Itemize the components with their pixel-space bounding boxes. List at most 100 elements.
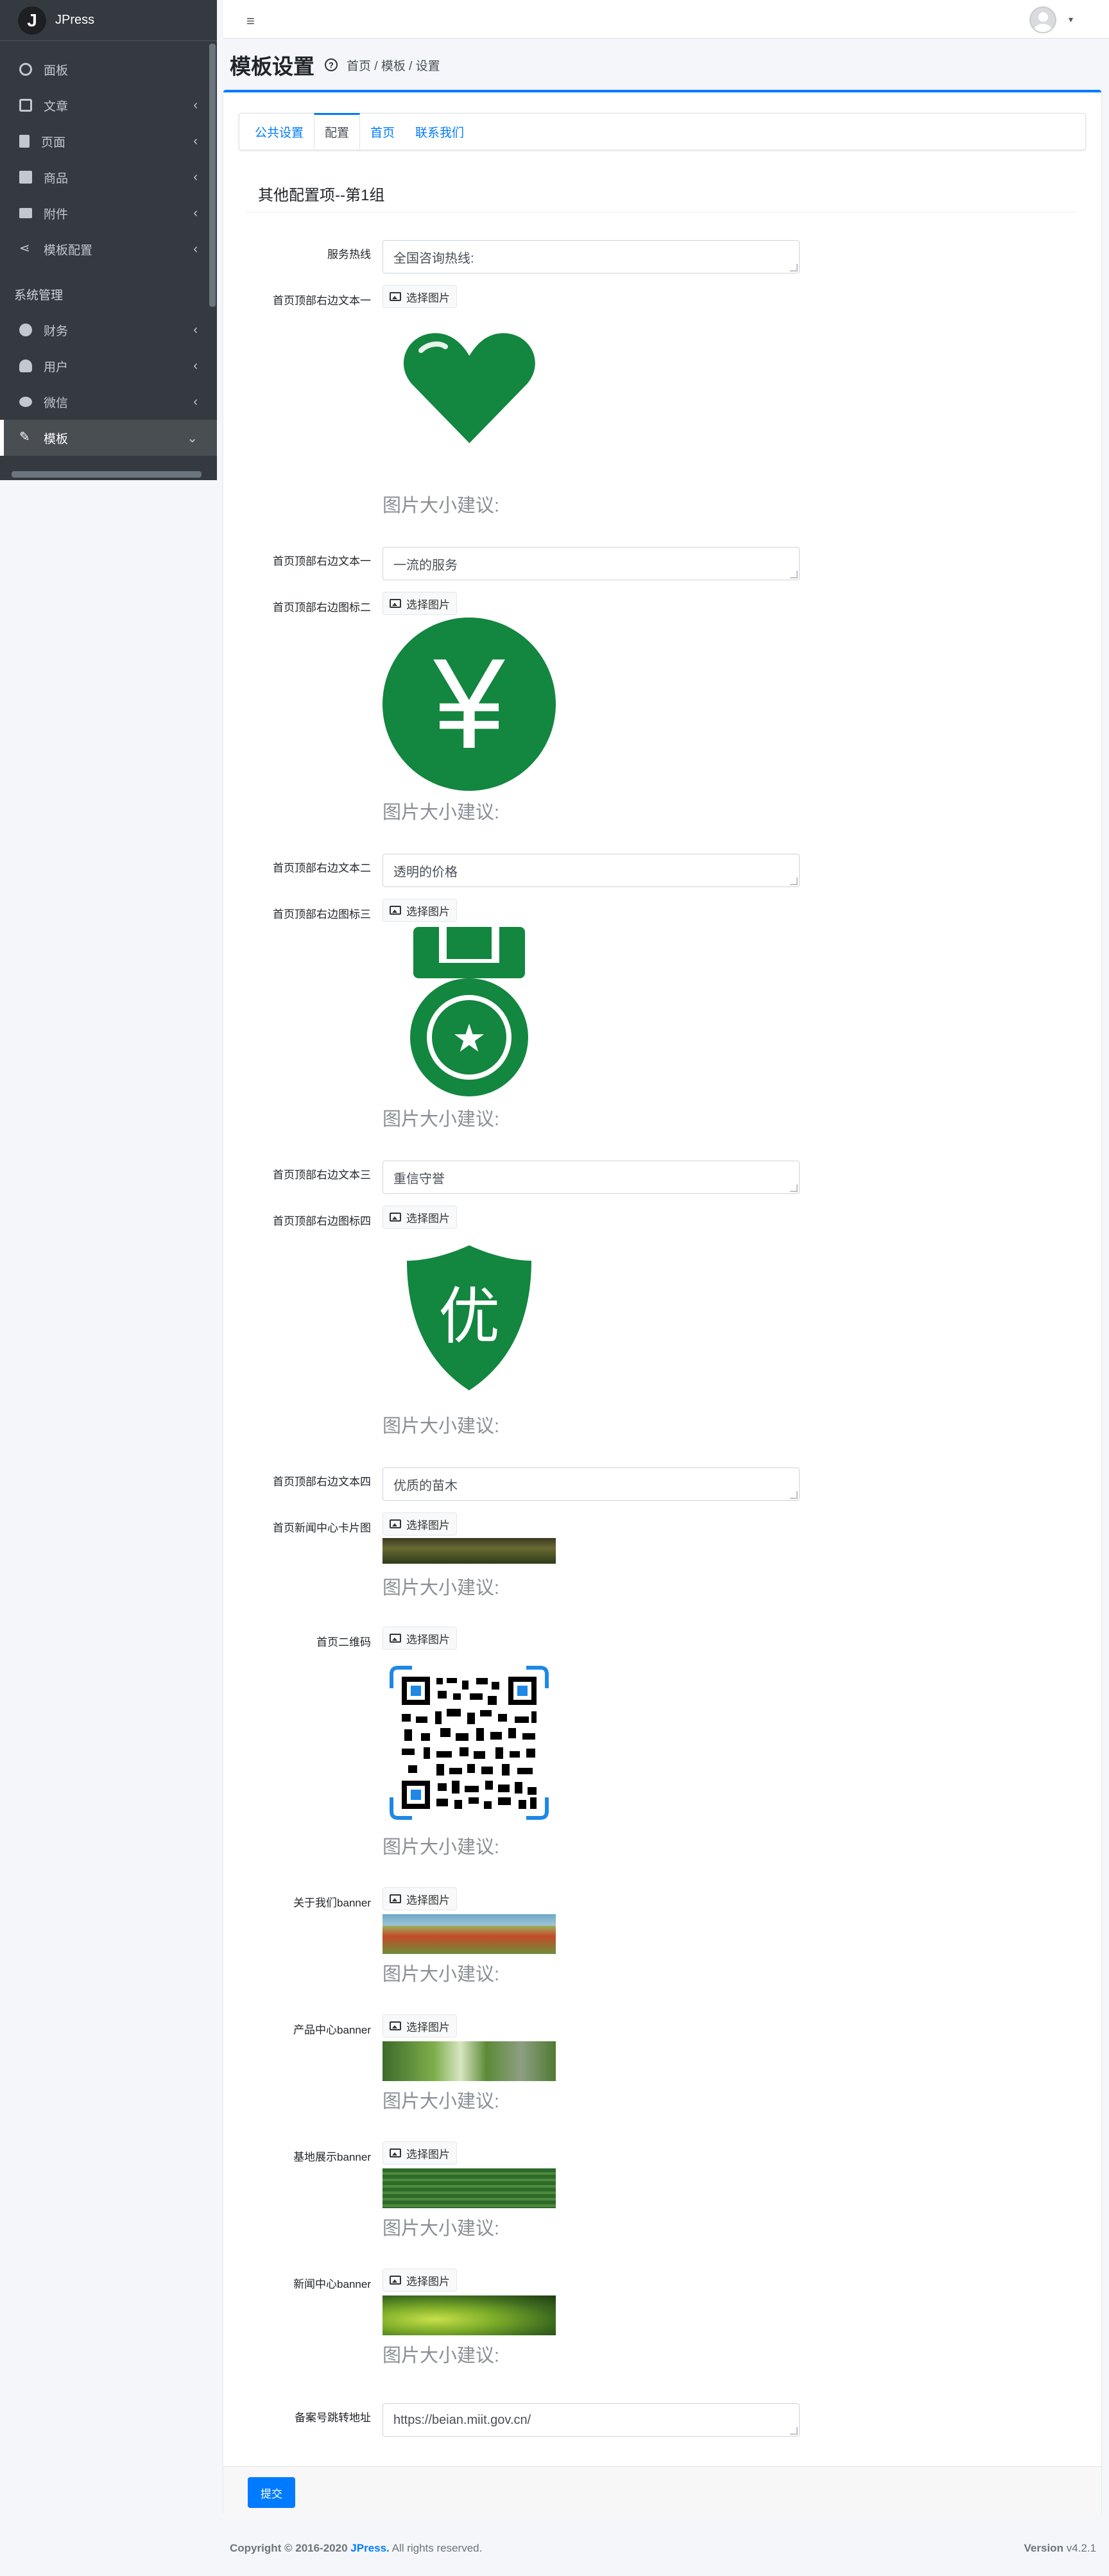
- about-banner-pick-button[interactable]: 选择图片: [383, 1887, 457, 1910]
- about-banner-image: [383, 1914, 556, 1954]
- brand-logo: J: [18, 6, 46, 35]
- news-banner-image: [383, 2295, 556, 2335]
- sidebar-item-user[interactable]: 用户 ‹: [0, 348, 217, 384]
- tab-config[interactable]: 配置: [314, 113, 361, 149]
- product-banner-pick-button[interactable]: 选择图片: [383, 2014, 457, 2037]
- size-hint: 图片大小建议:: [383, 1416, 500, 1437]
- sidebar-item-template-config[interactable]: 模板配置 ‹: [0, 231, 217, 267]
- base-banner-pick-button[interactable]: 选择图片: [383, 2141, 457, 2165]
- pick-button-label: 选择图片: [406, 1633, 450, 1646]
- menu-toggle-icon[interactable]: ≡: [246, 13, 255, 30]
- tab-public-settings[interactable]: 公共设置: [245, 114, 314, 150]
- page-title: 模板设置: [230, 55, 314, 78]
- tab-home[interactable]: 首页: [360, 114, 405, 150]
- icon3-label: 首页顶部右边图标三: [273, 908, 371, 921]
- qr-code-image: [383, 1663, 556, 1823]
- sidebar-item-label: 用户: [44, 360, 69, 374]
- pick-button-label: 选择图片: [406, 598, 450, 611]
- sidebar-section-header: 系统管理: [14, 288, 64, 302]
- sidebar-item-label: 模板配置: [44, 243, 93, 257]
- news-card-pick-button[interactable]: 选择图片: [383, 1512, 457, 1535]
- icon2-pick-button[interactable]: 选择图片: [383, 592, 457, 615]
- product-banner-label: 产品中心banner: [293, 2024, 371, 2036]
- text3-input[interactable]: 重信守誉: [383, 1161, 800, 1194]
- sidebar-item-label: 文章: [44, 99, 69, 114]
- chevron-left-icon: ‹: [193, 205, 198, 220]
- size-hint: 图片大小建议:: [383, 2218, 500, 2239]
- footer-brand-link[interactable]: JPress.: [350, 2542, 390, 2554]
- content-header: 模板设置 ? 首页 / 模板 / 设置: [230, 49, 440, 81]
- medal-icon: ★: [383, 924, 556, 1099]
- user-icon: [19, 359, 32, 372]
- sidebar-scrollbar[interactable]: [209, 44, 216, 307]
- section-title: 其他配置项--第1组: [258, 187, 385, 204]
- breadcrumb[interactable]: 首页 / 模板 / 设置: [347, 56, 440, 74]
- sidebar-horizontal-scrollbar[interactable]: [12, 471, 202, 478]
- icon3-pick-button[interactable]: 选择图片: [383, 899, 457, 922]
- user-avatar[interactable]: [1029, 6, 1056, 33]
- caret-down-icon[interactable]: ▾: [1069, 14, 1073, 25]
- top-navbar: ≡ ▾: [223, 0, 1109, 39]
- pick-button-label: 选择图片: [406, 905, 450, 918]
- image-icon: [390, 599, 401, 608]
- sidebar-item-label: 附件: [44, 207, 69, 221]
- icon4-label: 首页顶部右边图标四: [273, 1215, 371, 1227]
- news-banner-label: 新闻中心banner: [293, 2278, 371, 2290]
- sidebar-item-article[interactable]: 文章 ‹: [0, 87, 217, 123]
- image-icon: [390, 1213, 401, 1222]
- version-label: Version: [1024, 2542, 1063, 2554]
- sidebar-item-finance[interactable]: 财务 ‹: [0, 312, 217, 348]
- money-icon: [19, 324, 32, 336]
- icon4-pick-button[interactable]: 选择图片: [383, 1206, 457, 1229]
- brand-name: JPress: [55, 13, 95, 27]
- brand[interactable]: J JPress: [0, 0, 217, 41]
- text1-label: 首页顶部右边文本一: [273, 555, 371, 567]
- image-icon: [390, 1894, 401, 1903]
- page-footer: Copyright © 2016-2020 JPress. All rights…: [230, 2542, 1096, 2555]
- image-icon: [390, 2148, 401, 2157]
- submit-button[interactable]: 提交: [248, 2477, 295, 2508]
- tabs-container: 公共设置 配置 首页 联系我们: [239, 113, 1086, 150]
- sidebar-item-attachment[interactable]: 附件 ‹: [0, 195, 217, 231]
- qr-pick-button[interactable]: 选择图片: [383, 1627, 457, 1650]
- image-icon: [390, 906, 401, 915]
- text2-input[interactable]: 透明的价格: [383, 854, 800, 887]
- sidebar-item-template[interactable]: 模板 ⌄: [0, 420, 217, 456]
- sidebar-item-label: 页面: [41, 135, 66, 150]
- size-hint: 图片大小建议:: [383, 496, 500, 516]
- chevron-left-icon: ‹: [193, 358, 198, 373]
- news-card-label: 首页新闻中心卡片图: [273, 1522, 371, 1534]
- sidebar-item-page[interactable]: 页面 ‹: [0, 123, 217, 159]
- base-banner-label: 基地展示banner: [293, 2151, 371, 2163]
- yen-icon: ¥: [383, 618, 556, 791]
- chevron-left-icon: ‹: [193, 241, 198, 256]
- qr-label: 首页二维码: [316, 1636, 371, 1648]
- news-banner-pick-button[interactable]: 选择图片: [383, 2269, 457, 2292]
- pick-button-label: 选择图片: [406, 2148, 450, 2161]
- pick-button-label: 选择图片: [406, 291, 450, 304]
- file-icon: [19, 135, 30, 148]
- text4-input[interactable]: 优质的苗木: [383, 1467, 800, 1501]
- icp-label: 备案号跳转地址: [295, 2412, 371, 2424]
- shield-icon: 优: [383, 1241, 556, 1396]
- image-icon: [390, 2276, 401, 2285]
- icon1-pick-button[interactable]: 选择图片: [383, 285, 457, 308]
- sidebar-item-dashboard[interactable]: 面板: [0, 51, 217, 87]
- icp-url-input[interactable]: https://beian.miit.gov.cn/: [383, 2403, 800, 2437]
- help-icon[interactable]: ?: [325, 58, 338, 71]
- dashboard-icon: [19, 63, 32, 76]
- text1-input[interactable]: 一流的服务: [383, 547, 800, 580]
- image-icon: [390, 2021, 401, 2030]
- icon1-label: 首页顶部右边文本一: [273, 295, 371, 307]
- settings-card: 公共设置 配置 首页 联系我们 其他配置项--第1组 服务热线 全国咨询热线: …: [223, 90, 1101, 2518]
- edit-icon: [19, 99, 32, 112]
- hotline-input[interactable]: 全国咨询热线:: [383, 240, 800, 273]
- sidebar-item-product[interactable]: 商品 ‹: [0, 159, 217, 195]
- size-hint: 图片大小建议:: [383, 1578, 500, 1598]
- image-icon: [390, 292, 401, 301]
- sidebar-item-wechat[interactable]: 微信 ‹: [0, 384, 217, 420]
- text3-label: 首页顶部右边文本三: [273, 1169, 371, 1181]
- tab-contact[interactable]: 联系我们: [405, 114, 474, 150]
- base-banner-image: [383, 2168, 556, 2208]
- you-glyph: 优: [438, 1281, 500, 1353]
